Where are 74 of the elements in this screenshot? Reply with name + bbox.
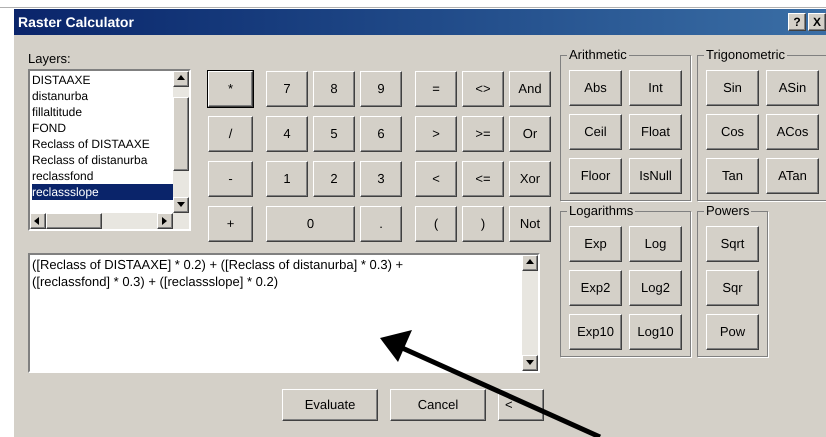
operator-button[interactable]: Not [509, 206, 551, 242]
scroll-right-button[interactable] [157, 213, 173, 229]
scrollbar-thumb[interactable] [173, 97, 189, 171]
dialog-button[interactable]: Evaluate [282, 389, 378, 421]
function-button[interactable]: Pow [706, 314, 759, 350]
group-title: Logarithms [567, 203, 636, 219]
scroll-up-button[interactable] [173, 71, 189, 87]
function-button[interactable]: Tan [706, 158, 759, 194]
operator-button[interactable]: <> [462, 71, 504, 107]
number-button[interactable]: 4 [266, 116, 308, 152]
layer-item[interactable]: fillaltitude [32, 104, 173, 120]
scrollbar-thumb[interactable] [46, 213, 102, 229]
title-bar-button[interactable]: ? [788, 13, 806, 31]
operator-button[interactable]: >= [462, 116, 504, 152]
number-button[interactable]: 8 [313, 71, 355, 107]
function-button[interactable]: Sqr [706, 270, 759, 306]
function-button[interactable]: Exp2 [569, 270, 622, 306]
function-button[interactable]: Int [629, 70, 682, 106]
function-button[interactable]: Exp10 [569, 314, 622, 350]
scroll-left-button[interactable] [30, 213, 46, 229]
layers-label: Layers: [28, 51, 72, 67]
operator-button[interactable]: - [208, 161, 253, 197]
number-button[interactable]: 0 [266, 206, 355, 242]
number-button[interactable]: . [360, 206, 402, 242]
layers-list[interactable]: DISTAAXE distanurba fillaltitude FOND Reclass of DISTAAXE Reclass of distanurba reclassfond reclassslope [28, 69, 191, 231]
scroll-up-button[interactable] [522, 255, 538, 271]
function-button[interactable]: IsNull [629, 158, 682, 194]
layer-item[interactable]: DISTAAXE [32, 72, 173, 88]
layer-item[interactable]: reclassslope [32, 184, 173, 200]
function-button[interactable]: Cos [706, 114, 759, 150]
function-button[interactable]: Log10 [629, 314, 682, 350]
function-button[interactable]: Log [629, 226, 682, 262]
function-button[interactable]: Abs [569, 70, 622, 106]
operator-button[interactable]: = [415, 71, 457, 107]
title-bar-button[interactable]: X [808, 13, 826, 31]
layer-item[interactable]: Reclass of distanurba [32, 152, 173, 168]
operator-button[interactable]: + [208, 206, 253, 242]
number-button[interactable]: 3 [360, 161, 402, 197]
operator-button[interactable]: <= [462, 161, 504, 197]
layer-item[interactable]: Reclass of DISTAAXE [32, 136, 173, 152]
number-button[interactable]: 2 [313, 161, 355, 197]
layer-item[interactable]: FOND [32, 120, 173, 136]
layer-item[interactable]: distanurba [32, 88, 173, 104]
number-button[interactable]: 7 [266, 71, 308, 107]
window-title: Raster Calculator [18, 12, 134, 32]
group-title: Trigonometric [704, 47, 787, 63]
expression-field[interactable]: ([Reclass of DISTAAXE] * 0.2) + ([Reclass of distanurba] * 0.3) + ([reclassfond] * 0.3) + ([reclassslope] * 0.2) [28, 253, 540, 373]
function-button[interactable]: Float [629, 114, 682, 150]
operator-button[interactable]: > [415, 116, 457, 152]
operator-button[interactable]: / [208, 116, 253, 152]
function-button[interactable]: Log2 [629, 270, 682, 306]
function-button[interactable]: Sin [706, 70, 759, 106]
scroll-down-button[interactable] [173, 197, 189, 213]
operator-button[interactable]: Xor [509, 161, 551, 197]
operator-button[interactable]: * [208, 71, 253, 107]
function-button[interactable]: ACos [766, 114, 819, 150]
function-button[interactable]: ATan [766, 158, 819, 194]
operator-button[interactable]: Or [509, 116, 551, 152]
operator-button[interactable]: And [509, 71, 551, 107]
number-button[interactable]: 5 [313, 116, 355, 152]
dialog-button[interactable]: Cancel [390, 389, 486, 421]
number-button[interactable]: 6 [360, 116, 402, 152]
layer-item[interactable]: reclassfond [32, 168, 173, 184]
function-button[interactable]: Exp [569, 226, 622, 262]
function-button[interactable]: Floor [569, 158, 622, 194]
number-button[interactable]: 1 [266, 161, 308, 197]
scroll-down-button[interactable] [522, 355, 538, 371]
operator-button[interactable]: < [415, 161, 457, 197]
function-button[interactable]: Sqrt [706, 226, 759, 262]
function-button[interactable]: ASin [766, 70, 819, 106]
number-button[interactable]: 9 [360, 71, 402, 107]
operator-button[interactable]: ) [462, 206, 504, 242]
function-button[interactable]: Ceil [569, 114, 622, 150]
operator-button[interactable]: ( [415, 206, 457, 242]
